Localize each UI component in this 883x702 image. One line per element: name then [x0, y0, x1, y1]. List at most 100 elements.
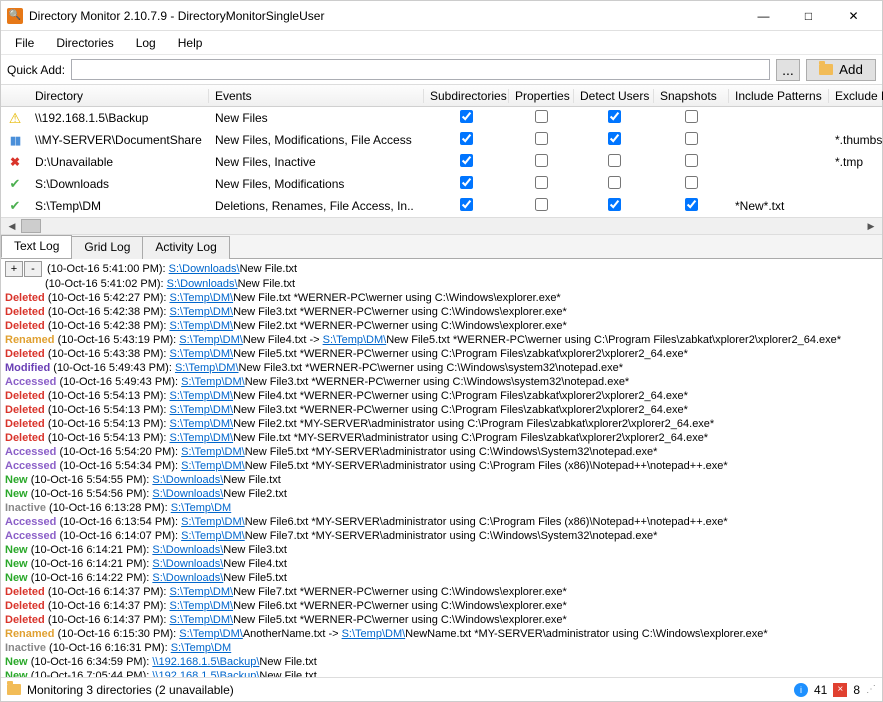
col-subdirs[interactable]: Subdirectories — [424, 89, 509, 103]
log-link[interactable]: S:\Downloads\ — [152, 558, 223, 570]
table-row[interactable]: ▮▮\\MY-SERVER\DocumentShareNew Files, Mo… — [1, 129, 882, 151]
menu-help[interactable]: Help — [168, 34, 213, 52]
checkbox-properties[interactable] — [535, 110, 548, 123]
checkbox-subdirectories[interactable] — [460, 176, 473, 189]
log-link[interactable]: \\192.168.1.5\Backup\ — [152, 656, 259, 668]
log-link[interactable]: S:\Downloads\ — [167, 278, 238, 290]
menu-file[interactable]: File — [5, 34, 44, 52]
checkbox-snapshots[interactable] — [685, 132, 698, 145]
log-link[interactable]: S:\Temp\DM\ — [179, 628, 243, 640]
timestamp: (10-Oct-16 5:42:27 PM): — [48, 292, 170, 304]
timestamp: (10-Oct-16 6:14:37 PM): — [48, 600, 170, 612]
cell-include-patterns: *New*.txt — [729, 199, 829, 213]
col-events[interactable]: Events — [209, 89, 424, 103]
cell-events: New Files, Inactive — [209, 155, 424, 169]
col-properties[interactable]: Properties — [509, 89, 574, 103]
log-link[interactable]: S:\Downloads\ — [152, 488, 223, 500]
checkbox-detect-users[interactable] — [608, 132, 621, 145]
table-row[interactable]: ⚠\\192.168.1.5\BackupNew Files — [1, 107, 882, 129]
log-link[interactable]: S:\Downloads\ — [152, 474, 223, 486]
event-type: Inactive — [5, 642, 46, 654]
titlebar: 🔍 Directory Monitor 2.10.7.9 - Directory… — [1, 1, 882, 31]
log-link[interactable]: S:\Temp\DM\ — [169, 418, 233, 430]
tab-text-log[interactable]: Text Log — [1, 235, 72, 258]
log-link[interactable]: S:\Temp\DM\ — [323, 334, 387, 346]
col-directory[interactable]: Directory — [29, 89, 209, 103]
browse-button[interactable]: ... — [776, 59, 800, 81]
pause-icon: ▮▮ — [10, 134, 20, 147]
col-exclude-patterns[interactable]: Exclude Patterns — [829, 89, 883, 103]
scroll-left-icon[interactable]: ◀ — [5, 219, 19, 233]
expand-button[interactable]: + — [5, 261, 23, 277]
add-button[interactable]: Add — [806, 59, 876, 81]
log-link[interactable]: S:\Downloads\ — [152, 572, 223, 584]
table-row[interactable]: ✔S:\DownloadsNew Files, Modifications — [1, 173, 882, 195]
log-link[interactable]: S:\Temp\DM\ — [169, 320, 233, 332]
log-link[interactable]: S:\Temp\DM\ — [169, 292, 233, 304]
log-link[interactable]: S:\Temp\DM\ — [342, 628, 406, 640]
checkbox-detect-users[interactable] — [608, 110, 621, 123]
error-icon[interactable]: × — [833, 683, 847, 697]
minimize-button[interactable]: — — [741, 2, 786, 30]
cell-directory: S:\Temp\DM — [29, 199, 209, 213]
checkbox-snapshots[interactable] — [685, 154, 698, 167]
quick-add-input[interactable] — [71, 59, 770, 80]
table-row[interactable]: ✖D:\UnavailableNew Files, Inactive*.tmp — [1, 151, 882, 173]
maximize-button[interactable]: □ — [786, 2, 831, 30]
log-link[interactable]: S:\Temp\DM\ — [181, 446, 245, 458]
checkbox-properties[interactable] — [535, 198, 548, 211]
col-detect-users[interactable]: Detect Users — [574, 89, 654, 103]
log-link[interactable]: S:\Temp\DM\ — [179, 334, 243, 346]
log-link[interactable]: S:\Temp\DM\ — [169, 432, 233, 444]
log-link[interactable]: S:\Temp\DM\ — [181, 376, 245, 388]
log-link[interactable]: S:\Temp\DM\ — [175, 362, 239, 374]
scroll-thumb[interactable] — [21, 219, 41, 233]
log-link[interactable]: S:\Temp\DM — [171, 502, 232, 514]
checkbox-snapshots[interactable] — [685, 176, 698, 189]
checkbox-detect-users[interactable] — [608, 154, 621, 167]
checkbox-subdirectories[interactable] — [460, 154, 473, 167]
checkbox-properties[interactable] — [535, 132, 548, 145]
log-link[interactable]: S:\Temp\DM\ — [181, 530, 245, 542]
event-type: Inactive — [5, 502, 46, 514]
col-include-patterns[interactable]: Include Patterns — [729, 89, 829, 103]
log-line: Inactive (10-Oct-16 6:13:28 PM): S:\Temp… — [5, 501, 878, 515]
resize-grip[interactable]: ⋰ — [866, 684, 876, 695]
log-link[interactable]: S:\Temp\DM\ — [169, 600, 233, 612]
collapse-button[interactable]: - — [24, 261, 42, 277]
checkbox-subdirectories[interactable] — [460, 198, 473, 211]
log-link[interactable]: \\192.168.1.5\Backup\ — [152, 670, 259, 677]
tab-activity-log[interactable]: Activity Log — [142, 236, 229, 259]
log-link[interactable]: S:\Downloads\ — [152, 544, 223, 556]
close-button[interactable]: ✕ — [831, 2, 876, 30]
checkbox-detect-users[interactable] — [608, 198, 621, 211]
table-row[interactable]: ✔S:\Temp\DMDeletions, Renames, File Acce… — [1, 195, 882, 217]
checkbox-subdirectories[interactable] — [460, 110, 473, 123]
log-link[interactable]: S:\Temp\DM\ — [169, 586, 233, 598]
info-icon[interactable]: i — [794, 683, 808, 697]
checkbox-subdirectories[interactable] — [460, 132, 473, 145]
checkbox-detect-users[interactable] — [608, 176, 621, 189]
grid-hscroll[interactable]: ◀ ▶ — [1, 217, 882, 235]
log-link[interactable]: S:\Temp\DM\ — [169, 306, 233, 318]
scroll-right-icon[interactable]: ▶ — [864, 219, 878, 233]
log-link[interactable]: S:\Temp\DM\ — [181, 460, 245, 472]
checkbox-properties[interactable] — [535, 154, 548, 167]
log-link[interactable]: S:\Temp\DM — [171, 642, 232, 654]
col-snapshots[interactable]: Snapshots — [654, 89, 729, 103]
log-link[interactable]: S:\Temp\DM\ — [169, 390, 233, 402]
log-link[interactable]: S:\Temp\DM\ — [181, 516, 245, 528]
tab-grid-log[interactable]: Grid Log — [71, 236, 143, 259]
log-link[interactable]: S:\Temp\DM\ — [169, 614, 233, 626]
checkbox-properties[interactable] — [535, 176, 548, 189]
checkbox-snapshots[interactable] — [685, 198, 698, 211]
log-link[interactable]: S:\Downloads\ — [169, 263, 240, 275]
checkbox-snapshots[interactable] — [685, 110, 698, 123]
text-log[interactable]: +-(10-Oct-16 5:41:00 PM): S:\Downloads\N… — [1, 259, 882, 677]
log-link[interactable]: S:\Temp\DM\ — [169, 404, 233, 416]
menu-log[interactable]: Log — [126, 34, 166, 52]
menu-directories[interactable]: Directories — [46, 34, 123, 52]
timestamp: (10-Oct-16 6:14:07 PM): — [59, 530, 181, 542]
log-link[interactable]: S:\Temp\DM\ — [169, 348, 233, 360]
log-line: Accessed (10-Oct-16 5:54:20 PM): S:\Temp… — [5, 445, 878, 459]
